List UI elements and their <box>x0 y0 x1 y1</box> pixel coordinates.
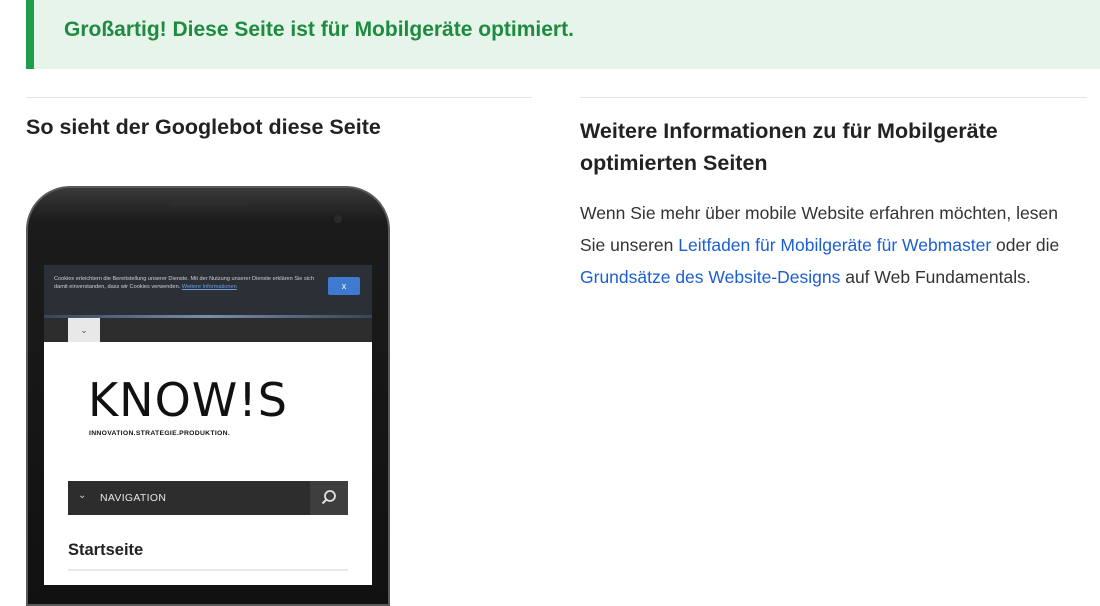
success-message: Großartig! Diese Seite ist für Mobilgerä… <box>64 18 574 41</box>
navigation-bar[interactable]: ⌄ NAVIGATION <box>68 481 348 515</box>
right-divider <box>580 97 1087 98</box>
cookie-notice: Cookies erleichtern die Bereitstellung u… <box>54 275 316 291</box>
cookie-bar: Cookies erleichtern die Bereitstellung u… <box>44 265 372 317</box>
phone-screen: Cookies erleichtern die Bereitstellung u… <box>44 265 372 585</box>
more-info-paragraph: Wenn Sie mehr über mobile Website erfahr… <box>580 197 1080 293</box>
cookie-close-button[interactable]: x <box>328 277 360 295</box>
menu-item-startseite[interactable]: Startseite <box>68 541 143 560</box>
design-principles-link[interactable]: Grundsätze des Website-Designs <box>580 267 840 287</box>
para-text-3: auf Web Fundamentals. <box>840 267 1031 287</box>
success-banner: Großartig! Diese Seite ist für Mobilgerä… <box>26 0 1100 69</box>
para-text-2: oder die <box>991 235 1060 255</box>
topbar-toggle-button[interactable]: ⌄ <box>68 318 100 342</box>
left-divider <box>26 97 532 98</box>
site-tagline: INNOVATION.STRATEGIE.PRODUKTION. <box>89 430 231 437</box>
phone-speaker <box>170 199 248 205</box>
phone-camera <box>334 215 342 223</box>
googlebot-view-heading: So sieht der Googlebot diese Seite <box>26 115 381 139</box>
chevron-down-icon: ⌄ <box>78 490 87 501</box>
search-icon <box>321 490 336 505</box>
navigation-label: NAVIGATION <box>100 492 167 504</box>
search-button[interactable] <box>310 481 348 515</box>
site-logo: KNOW!S <box>88 373 288 427</box>
mobile-guide-link[interactable]: Leitfaden für Mobilgeräte für Webmaster <box>678 235 991 255</box>
more-info-heading: Weitere Informationen zu für Mobilgeräte… <box>580 119 998 175</box>
menu-item-divider <box>68 569 348 571</box>
cookie-more-link[interactable]: Weitere Informationen <box>182 284 237 290</box>
